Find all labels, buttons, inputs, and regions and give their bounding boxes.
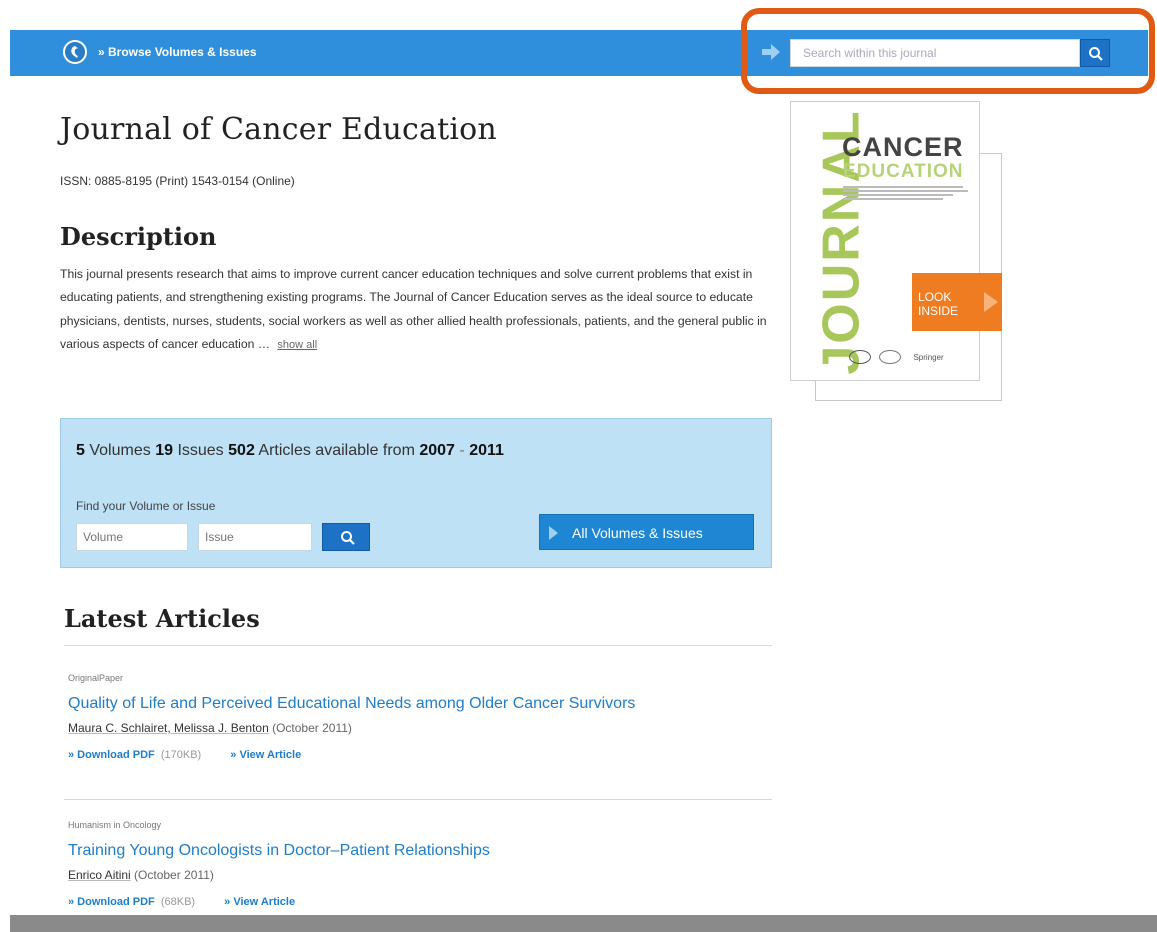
journal-cover[interactable]: JOURNAL CANCER EDUCATION Springer LOOK I… [790,101,1002,401]
show-all-link[interactable]: show all [277,339,317,351]
article-type: Humanism in Oncology [68,820,162,830]
year-to: 2011 [469,442,504,459]
articles-label: Articles available from [258,442,415,459]
look-inside-line2: INSIDE [918,304,959,318]
find-volume-label: Find your Volume or Issue [76,499,216,513]
cover-front-page: JOURNAL CANCER EDUCATION Springer [790,101,980,381]
article-title-link[interactable]: Quality of Life and Perceived Educationa… [68,695,768,713]
all-volumes-label: All Volumes & Issues [572,525,703,541]
article-meta: Enrico Aitini (October 2011) [68,868,768,882]
issues-label: Issues [177,442,224,459]
article-links: » Download PDF (68KB) » View Article [68,896,768,908]
article-meta: Maura C. Schlairet, Melissa J. Benton (O… [68,721,768,735]
search-icon [341,531,355,545]
cover-subtitle-lines [843,184,973,202]
description-text: This journal presents research that aims… [60,263,780,357]
article-authors[interactable]: Enrico Aitini [68,868,131,882]
all-volumes-button[interactable]: All Volumes & Issues [539,514,754,550]
issn-text: ISSN: 0885-8195 (Print) 1543-0154 (Onlin… [60,174,295,188]
volumes-summary: 5 Volumes 19 Issues 502 Articles availab… [76,442,504,460]
society-logo-icon [849,350,871,364]
description-body: This journal presents research that aims… [60,267,767,351]
year-from: 2007 [419,442,455,459]
browse-volumes-link[interactable]: » Browse Volumes & Issues [98,45,257,59]
view-article-link[interactable]: » View Article [224,896,295,908]
article-title-link[interactable]: Training Young Oncologists in Doctor–Pat… [68,842,768,860]
article-item: Humanism in Oncology Training Young Onco… [68,820,768,908]
cover-cancer-word: CANCER [842,132,964,162]
volume-search-button[interactable] [322,523,370,551]
society-logo-icon [879,350,902,364]
article-links: » Download PDF (170KB) » View Article [68,749,768,761]
look-inside-button[interactable]: LOOK INSIDE [912,273,1002,331]
springer-logo-icon[interactable] [63,40,87,64]
play-arrow-icon [984,292,998,312]
volume-count: 5 [76,442,85,459]
year-separator: - [459,442,465,459]
triangle-right-icon [549,526,558,540]
volume-input[interactable] [76,523,188,551]
cover-publisher-logos: Springer [849,350,944,364]
pdf-size: (68KB) [160,896,196,908]
look-inside-line1: LOOK [918,290,952,304]
bottom-overlay-bar [10,915,1157,932]
page-title: Journal of Cancer Education [60,112,497,147]
article-item: OriginalPaper Quality of Life and Percei… [68,673,768,761]
issue-count: 19 [155,442,173,459]
pdf-size: (170KB) [160,749,202,761]
view-article-link[interactable]: » View Article [230,749,301,761]
article-date: (October 2011) [134,868,214,882]
article-authors[interactable]: Maura C. Schlairet, Melissa J. Benton [68,721,269,735]
article-count: 502 [228,442,255,459]
volumes-panel: 5 Volumes 19 Issues 502 Articles availab… [60,418,772,568]
cover-education-word: EDUCATION [843,161,964,182]
divider [64,645,772,646]
download-pdf-link[interactable]: » Download PDF [68,896,155,908]
springer-publisher-name: Springer [913,352,944,362]
issue-input[interactable] [198,523,312,551]
article-type: OriginalPaper [68,673,124,683]
divider [64,799,772,800]
volumes-label: Volumes [89,442,151,459]
description-heading: Description [60,222,217,251]
latest-articles-heading: Latest Articles [64,604,260,633]
download-pdf-link[interactable]: » Download PDF [68,749,155,761]
article-date: (October 2011) [272,721,352,735]
search-highlight-frame [741,8,1155,94]
